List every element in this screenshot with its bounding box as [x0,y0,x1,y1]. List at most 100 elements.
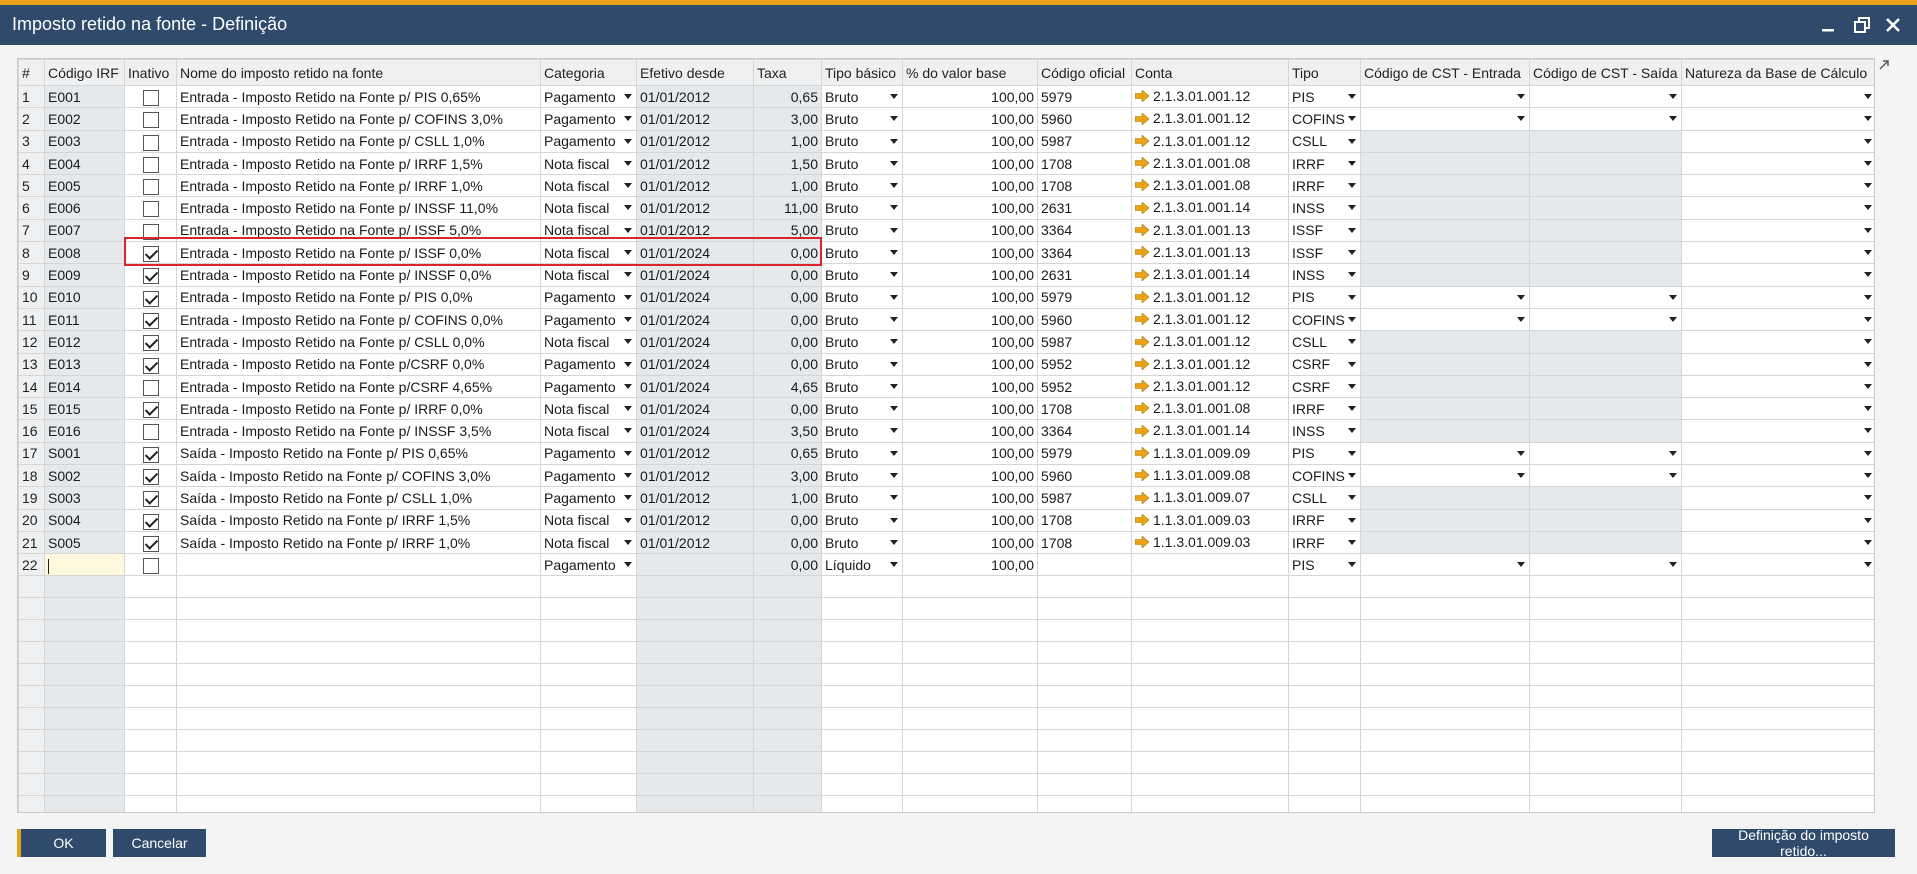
table-row[interactable]: 5 E005 Entrada - Imposto Retido na Fonte p… [18,174,1874,198]
category-select[interactable]: Pagamento [540,285,637,309]
rate-field[interactable]: 0,00 [753,263,822,287]
category-select[interactable]: Pagamento [540,307,637,332]
account-field[interactable]: 2.1.3.01.001.12 [1131,330,1289,354]
chevron-down-icon[interactable] [624,517,632,523]
column-header[interactable]: Código de CST - Entrada [1360,59,1530,86]
official-code-field[interactable]: 5960 [1037,464,1132,488]
account-field[interactable]: 2.1.3.01.001.12 [1131,84,1289,109]
column-header[interactable]: Código oficial [1037,59,1132,86]
official-code-field[interactable]: 5987 [1037,129,1132,153]
effective-date-field[interactable]: 01/01/2012 [636,441,754,466]
calc-base-nature-select[interactable] [1681,196,1874,220]
link-arrow-icon[interactable] [1134,466,1150,485]
chevron-down-icon[interactable] [1348,406,1356,412]
table-row[interactable]: 2 E002 Entrada - Imposto Retido na Fonte p… [18,107,1874,131]
irf-code-field[interactable]: E010 [44,285,125,309]
chevron-down-icon[interactable] [890,361,898,367]
basic-type-select[interactable]: Bruto [821,530,903,555]
inactive-checkbox[interactable] [143,268,159,285]
table-row[interactable]: 12 E012 Entrada - Imposto Retido na Fonte … [18,330,1874,354]
tax-name-field[interactable]: Saída - Imposto Retido na Fonte p/ IRRF … [176,508,541,532]
chevron-down-icon[interactable] [1348,473,1356,479]
chevron-down-icon[interactable] [890,473,898,479]
type-select[interactable]: IRRF [1288,174,1361,198]
chevron-down-icon[interactable] [890,250,898,256]
chevron-down-icon[interactable] [624,539,632,545]
table-row[interactable]: 13 E013 Entrada - Imposto Retido na Fonte … [18,352,1874,376]
effective-date-field[interactable]: 01/01/2012 [636,84,754,109]
link-arrow-icon[interactable] [1134,399,1150,418]
basic-type-select[interactable]: Bruto [821,241,903,265]
rate-field[interactable]: 0,65 [753,84,822,109]
account-field[interactable]: 2.1.3.01.001.08 [1131,151,1289,176]
calc-base-nature-select[interactable] [1681,508,1874,532]
column-header[interactable]: Efetivo desde [636,59,754,86]
basic-type-select[interactable]: Bruto [821,419,903,443]
inactive-checkbox[interactable] [143,468,159,485]
basic-type-select[interactable]: Bruto [821,263,903,287]
chevron-down-icon[interactable] [624,339,632,345]
category-select[interactable]: Nota fiscal [540,530,637,555]
effective-date-field[interactable]: 01/01/2024 [636,330,754,354]
rate-field[interactable]: 0,00 [753,330,822,354]
link-arrow-icon[interactable] [1134,533,1150,552]
chevron-down-icon[interactable] [1864,428,1872,434]
tax-name-field[interactable]: Entrada - Imposto Retido na Fonte p/ CSL… [176,330,541,354]
official-code-field[interactable]: 5960 [1037,307,1132,332]
tax-name-field[interactable]: Saída - Imposto Retido na Fonte p/ IRRF … [176,530,541,555]
type-select[interactable]: ISSF [1288,218,1361,243]
basic-type-select[interactable]: Bruto [821,218,903,243]
category-select[interactable]: Nota fiscal [540,174,637,198]
calc-base-nature-select[interactable] [1681,218,1874,243]
tax-name-field[interactable]: Entrada - Imposto Retido na Fonte p/ ISS… [176,218,541,243]
rate-field[interactable]: 0,00 [753,307,822,332]
tax-name-field[interactable]: Entrada - Imposto Retido na Fonte p/ IRR… [176,151,541,176]
chevron-down-icon[interactable] [1669,294,1677,300]
basic-type-select[interactable]: Bruto [821,285,903,309]
tax-name-field[interactable]: Entrada - Imposto Retido na Fonte p/ COF… [176,107,541,131]
chevron-down-icon[interactable] [1348,428,1356,434]
type-select[interactable]: IRRF [1288,151,1361,176]
chevron-down-icon[interactable] [1348,294,1356,300]
account-field[interactable]: 2.1.3.01.001.08 [1131,397,1289,421]
type-select[interactable]: COFINS [1288,307,1361,332]
chevron-down-icon[interactable] [890,227,898,233]
link-arrow-icon[interactable] [1134,333,1150,352]
type-select[interactable]: COFINS [1288,107,1361,131]
calc-base-nature-select[interactable] [1681,107,1874,131]
chevron-down-icon[interactable] [624,250,632,256]
column-header[interactable]: Tipo básico [821,59,903,86]
table-row[interactable]: 9 E009 Entrada - Imposto Retido na Fonte p… [18,263,1874,287]
account-field[interactable]: 1.1.3.01.009.08 [1131,464,1289,488]
rate-field[interactable]: 0,00 [753,530,822,555]
cancel-button[interactable]: Cancelar [113,829,206,857]
irf-code-field[interactable]: E015 [44,397,125,421]
inactive-checkbox[interactable] [143,424,159,441]
inactive-checkbox[interactable] [143,223,159,240]
type-select[interactable]: PIS [1288,285,1361,309]
effective-date-field[interactable]: 01/01/2012 [636,151,754,176]
chevron-down-icon[interactable] [1348,339,1356,345]
link-arrow-icon[interactable] [1134,511,1150,530]
chevron-down-icon[interactable] [624,361,632,367]
chevron-down-icon[interactable] [1864,495,1872,501]
rate-field[interactable]: 0,00 [753,397,822,421]
rate-field[interactable]: 0,00 [753,508,822,532]
chevron-down-icon[interactable] [624,562,632,568]
rate-field[interactable]: 5,00 [753,218,822,243]
chevron-down-icon[interactable] [1864,450,1872,456]
tax-name-field[interactable]: Entrada - Imposto Retido na Fonte p/ IRR… [176,397,541,421]
type-select[interactable]: INSS [1288,196,1361,220]
official-code-field[interactable]: 2631 [1037,196,1132,220]
cst-exit-select[interactable] [1529,441,1682,466]
account-field[interactable]: 2.1.3.01.001.14 [1131,419,1289,443]
chevron-down-icon[interactable] [624,116,632,122]
tax-name-field[interactable] [176,553,541,577]
official-code-field[interactable]: 5987 [1037,330,1132,354]
irf-code-field[interactable]: E005 [44,174,125,198]
rate-field[interactable]: 0,00 [753,241,822,265]
expand-grid-icon[interactable] [1877,58,1891,75]
irf-code-field[interactable]: S001 [44,441,125,466]
rate-field[interactable]: 3,50 [753,419,822,443]
rate-field[interactable]: 3,00 [753,107,822,131]
